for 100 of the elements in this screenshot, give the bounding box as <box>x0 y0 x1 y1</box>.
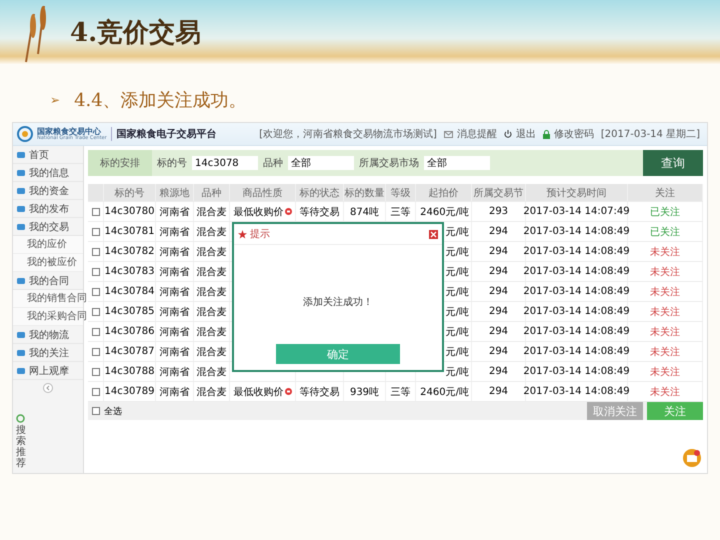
menu-icon <box>17 168 25 176</box>
table-cell-text: 河南省 <box>160 346 190 358</box>
table-cell-text: 元/吨 <box>446 246 469 258</box>
follow-status: 未关注 <box>650 326 680 338</box>
checkbox[interactable] <box>92 328 100 336</box>
table-cell-text: 最低收购价 <box>234 386 284 398</box>
table-cell-text: 混合麦 <box>196 286 226 298</box>
table-cell: 14c30786 <box>104 326 155 337</box>
table-cell-text: 河南省 <box>160 266 190 278</box>
table-cell-text: 元/吨 <box>446 266 469 278</box>
table-cell-text: 河南省 <box>160 326 190 338</box>
collapse-icon[interactable] <box>43 383 53 393</box>
table-cell: 14c30783 <box>104 266 155 277</box>
table-cell: 14c30787 <box>104 346 155 357</box>
checkbox[interactable] <box>92 407 100 415</box>
menu-icon <box>17 366 25 374</box>
table-cell-text: 河南省 <box>160 206 190 218</box>
table-cell-text: 混合麦 <box>196 326 226 338</box>
follow-status: 未关注 <box>650 366 680 378</box>
checkbox[interactable] <box>92 368 100 376</box>
mail-icon[interactable] <box>683 449 701 467</box>
table-cell: 294 <box>488 366 508 377</box>
table-cell-text: 元/吨 <box>446 226 469 238</box>
table-cell: 2017-03-14 14:08:49 <box>523 286 630 297</box>
table-cell-text: 等待交易 <box>300 386 340 398</box>
sidebar-subitem[interactable]: 我的被应价 <box>13 254 83 272</box>
input-field[interactable]: 全部 <box>288 156 354 170</box>
table-cell-text: 元/吨 <box>446 366 469 378</box>
table-cell-text: 元/吨 <box>446 326 469 338</box>
sidebar-item[interactable]: 我的关注 <box>13 344 83 362</box>
table-cell: 14c30781 <box>104 226 155 237</box>
sidebar-item[interactable]: 网上观摩 <box>13 362 83 380</box>
bullet-marker: ➢ <box>50 93 60 107</box>
welcome-text: [欢迎您，河南省粮食交易物流市场测试] <box>259 128 437 141</box>
follow-status: 未关注 <box>650 386 680 398</box>
follow-status: 已关注 <box>650 226 680 238</box>
logo-title: 国家粮食交易中心 <box>37 128 101 136</box>
checkbox[interactable] <box>92 348 100 356</box>
column-header: 关注 <box>628 184 703 201</box>
sidebar-item[interactable]: 我的物流 <box>13 326 83 344</box>
menu-icon <box>17 330 25 338</box>
table-cell-text: 混合麦 <box>196 386 226 398</box>
field-label: 所属交易市场 <box>359 156 419 170</box>
sidebar-subitem[interactable]: 我的应价 <box>13 236 83 254</box>
date-text: [2017-03-14 星期二] <box>600 128 700 141</box>
table-cell: 14c30782 <box>104 246 155 257</box>
table-cell: 2017-03-14 14:08:49 <box>523 226 630 237</box>
table-cell: 14c30784 <box>104 286 155 297</box>
lock-icon <box>542 130 550 138</box>
change-password-link[interactable]: 修改密码 <box>554 127 594 141</box>
menu-icon <box>17 204 25 212</box>
column-header: 标的数量 <box>344 184 386 201</box>
table-cell-text: 2460元/吨 <box>420 386 469 398</box>
table-cell-text: 混合麦 <box>196 246 226 258</box>
sidebar-item[interactable]: 首页 <box>13 146 83 164</box>
table-cell: 2017-03-14 14:08:49 <box>523 306 630 317</box>
field-label: 品种 <box>263 156 283 170</box>
checkbox[interactable] <box>92 308 100 316</box>
table-cell-text: 混合麦 <box>196 306 226 318</box>
table-cell: 2017-03-14 14:08:49 <box>523 246 630 257</box>
sidebar-item[interactable]: 我的资金 <box>13 182 83 200</box>
checkbox[interactable] <box>92 248 100 256</box>
table-cell: 294 <box>488 286 508 297</box>
follow-status: 未关注 <box>650 246 680 258</box>
checkbox[interactable] <box>92 228 100 236</box>
sidebar-item[interactable]: 我的信息 <box>13 164 83 182</box>
checkbox[interactable] <box>92 288 100 296</box>
table-cell-text: 最低收购价 <box>234 206 284 218</box>
checkbox[interactable] <box>92 208 100 216</box>
table-cell-text: 混合麦 <box>196 226 226 238</box>
table-cell: 2017-03-14 14:08:49 <box>523 366 630 377</box>
table-cell-text: 河南省 <box>160 366 190 378</box>
power-icon <box>504 130 512 138</box>
dialog-message: 添加关注成功！ <box>303 296 373 309</box>
menu-icon <box>17 276 25 284</box>
table-cell: 14c30780 <box>104 206 155 217</box>
input-field[interactable]: 全部 <box>424 156 490 170</box>
search-recommend-tab[interactable]: 搜索推荐 <box>16 425 26 469</box>
table-cell-text: 河南省 <box>160 306 190 318</box>
column-header: 粮源地 <box>156 184 194 201</box>
menu-icon <box>17 222 25 230</box>
logout-link[interactable]: 退出 <box>516 127 536 141</box>
column-header: 所属交易节 <box>472 184 526 201</box>
checkbox[interactable] <box>92 268 100 276</box>
table-cell: 14c30788 <box>104 366 155 377</box>
messages-link[interactable]: 消息提醒 <box>456 127 497 141</box>
follow-status: 未关注 <box>650 346 680 358</box>
menu-icon <box>17 150 25 158</box>
input-field[interactable]: 14c3078 <box>192 156 258 170</box>
column-header: 品种 <box>194 184 230 201</box>
sidebar-item[interactable]: 我的发布 <box>13 200 83 218</box>
checkbox[interactable] <box>92 388 100 396</box>
follow-status: 未关注 <box>650 266 680 278</box>
close-icon[interactable] <box>429 230 438 238</box>
table-cell-text: 河南省 <box>160 226 190 238</box>
column-header: 预计交易时间 <box>526 184 628 201</box>
query-button[interactable]: 查询 <box>643 150 703 176</box>
slide-subtitle: 4.4、添加关注成功。 <box>74 89 247 112</box>
table-cell: 294 <box>488 326 508 337</box>
table-cell: 293 <box>488 206 508 217</box>
